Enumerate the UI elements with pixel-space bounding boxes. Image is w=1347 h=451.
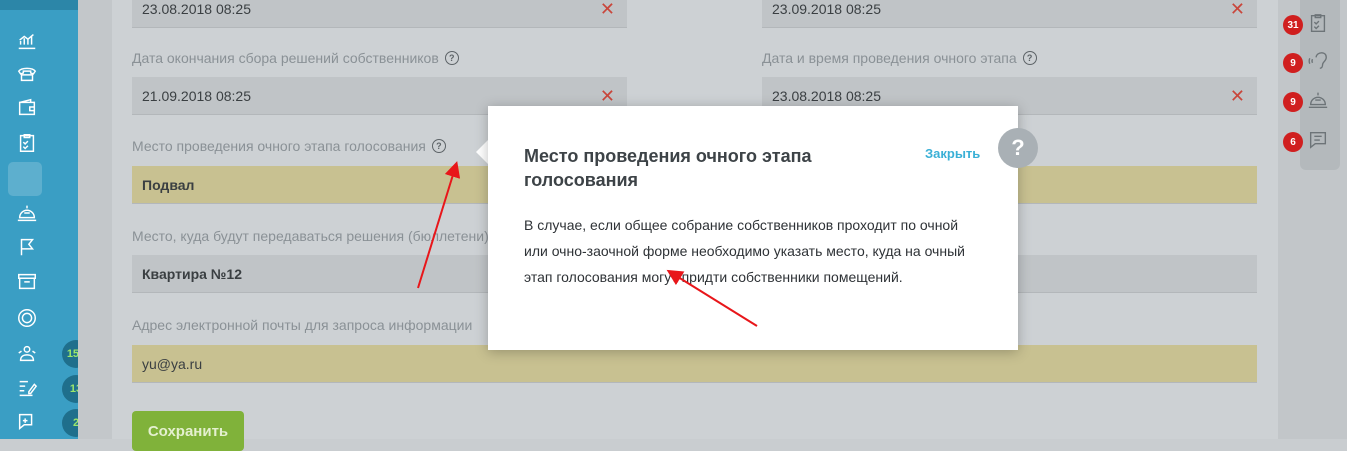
popup-pointer bbox=[476, 140, 488, 164]
email-value: yu@ya.ru bbox=[142, 355, 203, 372]
right-item-tasks[interactable]: 31 bbox=[1283, 12, 1343, 38]
clear-start-date-icon[interactable]: ✕ bbox=[600, 0, 615, 18]
decisions-label: Место, куда будут передаваться решения (… bbox=[132, 228, 488, 244]
checklist-icon bbox=[1307, 12, 1331, 36]
clear-in-person-icon[interactable]: ✕ bbox=[1230, 87, 1245, 105]
end-collect-label-text: Дата окончания сбора решений собственник… bbox=[132, 50, 439, 66]
wallet-icon[interactable] bbox=[14, 94, 40, 120]
gutter bbox=[78, 0, 112, 439]
right-item-concierge[interactable]: 9 bbox=[1283, 89, 1343, 115]
email-label-text: Адрес электронной почты для запроса инфо… bbox=[132, 317, 473, 333]
right-item-chat[interactable]: 6 bbox=[1283, 129, 1343, 155]
sidebar-item-active[interactable] bbox=[8, 162, 42, 196]
chat-icon bbox=[1307, 129, 1331, 153]
place-label: Место проведения очного этапа голосовани… bbox=[132, 138, 446, 154]
clear-end-collect-icon[interactable]: ✕ bbox=[600, 87, 615, 105]
popup-close-link[interactable]: Закрыть bbox=[925, 146, 980, 161]
speaker-badge: 9 bbox=[1283, 53, 1303, 73]
save-button[interactable]: Сохранить bbox=[132, 411, 244, 451]
concierge-icon bbox=[1307, 89, 1331, 113]
archive-icon[interactable] bbox=[14, 268, 40, 294]
chat-badge: 6 bbox=[1283, 132, 1303, 152]
left-sidebar: 156 13 2 bbox=[0, 0, 90, 439]
concierge-badge: 9 bbox=[1283, 92, 1303, 112]
help-icon[interactable]: ? bbox=[1022, 51, 1037, 65]
second-date-value: 23.09.2018 08:25 bbox=[772, 0, 881, 17]
flag-icon[interactable] bbox=[14, 234, 40, 260]
users-icon[interactable] bbox=[14, 340, 40, 366]
chart-icon[interactable] bbox=[14, 28, 40, 54]
in-person-label-text: Дата и время проведения очного этапа bbox=[762, 50, 1017, 66]
in-person-value: 23.08.2018 08:25 bbox=[772, 87, 881, 104]
checklist-icon[interactable] bbox=[14, 130, 40, 156]
popup-title: Место проведения очного этапа голосовани… bbox=[524, 146, 812, 190]
end-collect-label: Дата окончания сбора решений собственник… bbox=[132, 50, 459, 66]
email-field[interactable]: yu@ya.ru bbox=[132, 345, 1257, 383]
right-item-speaker[interactable]: 9 bbox=[1283, 50, 1343, 76]
decisions-value: Квартира №12 bbox=[142, 265, 242, 282]
coin-icon[interactable] bbox=[14, 305, 40, 331]
speaker-icon bbox=[1307, 50, 1331, 74]
place-label-text: Место проведения очного этапа голосовани… bbox=[132, 138, 426, 154]
start-date-field[interactable]: 23.08.2018 08:25 ✕ bbox=[132, 0, 627, 28]
help-popup: Место проведения очного этапа голосовани… bbox=[488, 106, 1018, 350]
tasks-badge: 31 bbox=[1283, 15, 1303, 35]
end-collect-value: 21.09.2018 08:25 bbox=[142, 87, 251, 104]
help-circle-icon: ? bbox=[998, 128, 1038, 168]
clear-second-date-icon[interactable]: ✕ bbox=[1230, 0, 1245, 18]
in-person-label: Дата и время проведения очного этапа ? bbox=[762, 50, 1037, 66]
decisions-label-text: Место, куда будут передаваться решения (… bbox=[132, 228, 488, 244]
edit-icon[interactable] bbox=[14, 375, 40, 401]
concierge-icon[interactable] bbox=[14, 200, 40, 226]
start-date-value: 23.08.2018 08:25 bbox=[142, 0, 251, 17]
second-date-field[interactable]: 23.09.2018 08:25 ✕ bbox=[762, 0, 1257, 28]
place-value: Подвал bbox=[142, 176, 195, 193]
help-icon[interactable]: ? bbox=[444, 51, 459, 65]
popup-body: В случае, если общее собрание собственни… bbox=[524, 217, 965, 285]
help-icon[interactable]: ? bbox=[431, 139, 446, 153]
phone-icon[interactable] bbox=[14, 60, 40, 86]
email-label: Адрес электронной почты для запроса инфо… bbox=[132, 317, 472, 333]
chat-plus-icon[interactable] bbox=[14, 409, 40, 435]
sidebar-top-block bbox=[0, 0, 78, 10]
